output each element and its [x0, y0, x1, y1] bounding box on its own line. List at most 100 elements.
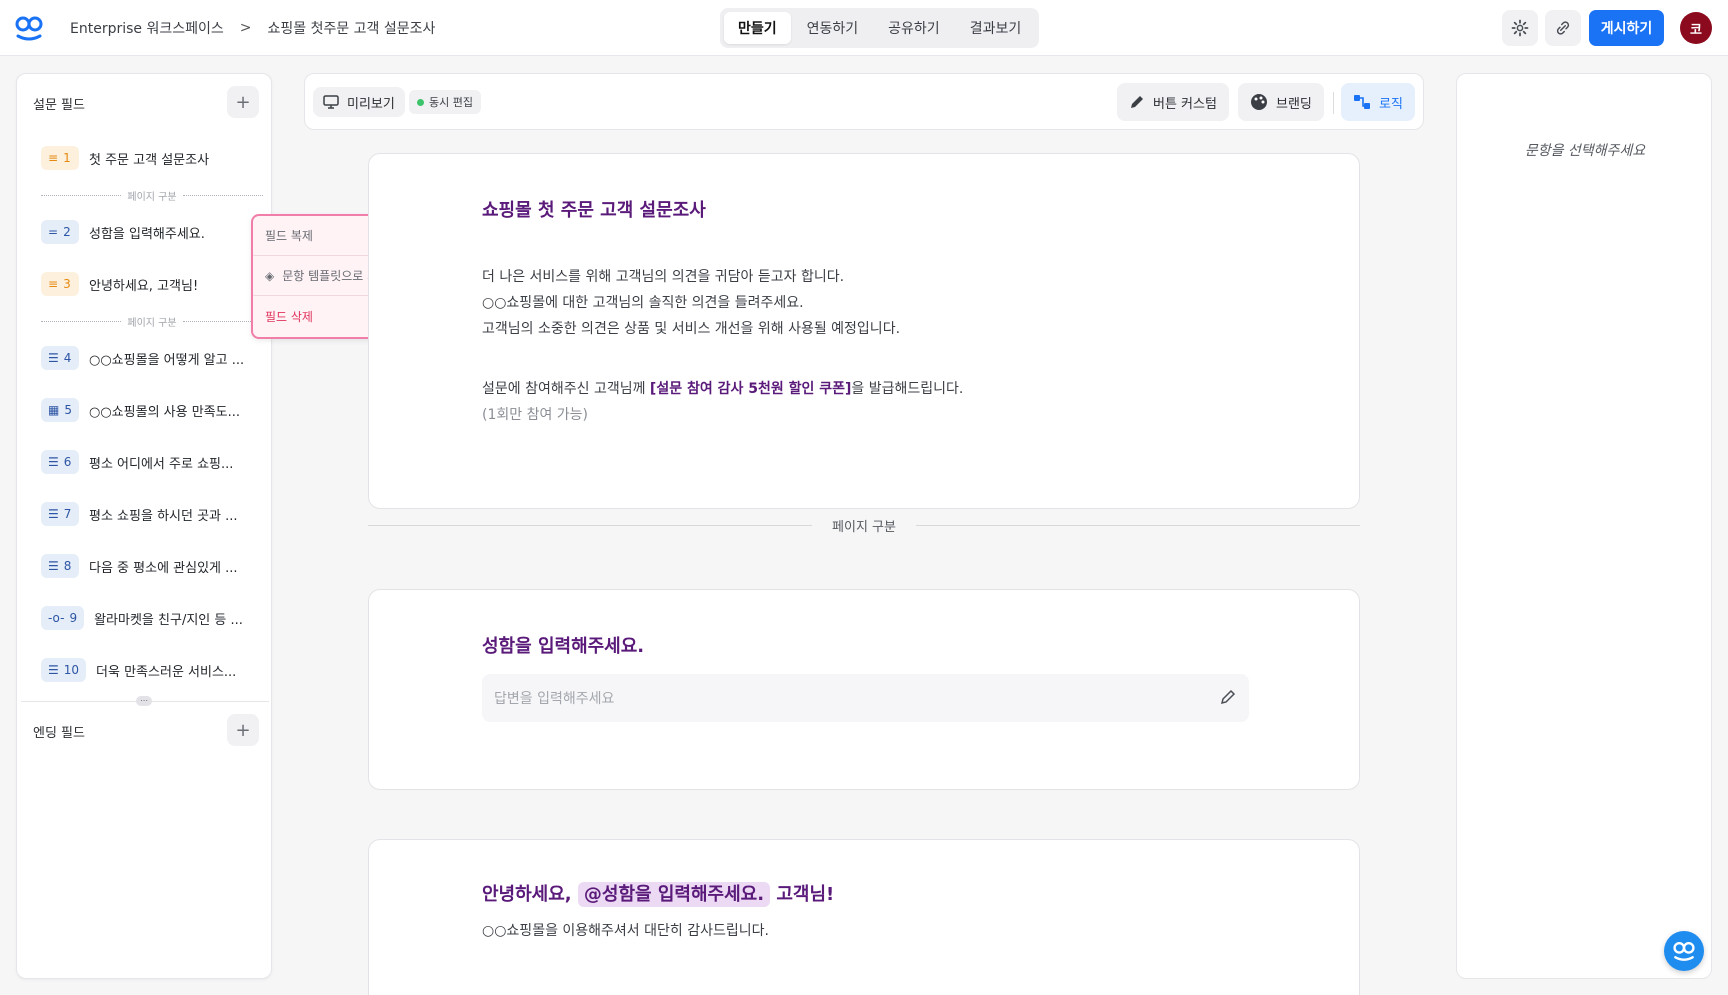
greeting-field-card[interactable]: 안녕하세요, @성함을 입력해주세요. 고객님! ○○쇼핑몰을 이용해주셔서 대… [368, 839, 1360, 995]
field-label: 왈라마켓을 친구/지인 등 ... [94, 612, 243, 628]
list-icon: ☰ [48, 351, 59, 365]
pencil-icon [1220, 689, 1236, 705]
intro-line: ○○쇼핑몰에 대한 고객님의 솔직한 의견을 들려주세요. [482, 295, 804, 311]
greeting-body: ○○쇼핑몰을 이용해주셔서 대단히 감사드립니다. [482, 923, 769, 939]
greeting-title: 안녕하세요, @성함을 입력해주세요. 고객님! [482, 882, 835, 907]
page-divider: 페이지 구분 [41, 188, 263, 203]
intro-description: 더 나은 서비스를 위해 고객님의 의견을 귀담아 듣고자 합니다. ○○쇼핑몰… [482, 264, 1302, 428]
field-label: 첫 주문 고객 설문조사 [89, 152, 210, 168]
intro-line: 고객님의 소중한 의견은 상품 및 서비스 개선을 위해 사용될 예정입니다. [482, 321, 901, 337]
survey-fields-title: 설문 필드 [33, 98, 85, 113]
field-label: ○○쇼핑몰을 어떻게 알고 ... [89, 352, 245, 368]
live-edit-status: 동시 편집 [409, 90, 481, 114]
field-badge: ☰ 7 [41, 502, 79, 526]
question-title: 성함을 입력해주세요. [482, 636, 645, 657]
ending-fields-title: 엔딩 필드 [33, 726, 85, 741]
app-logo-icon[interactable] [14, 14, 44, 42]
name-field-card[interactable]: 성함을 입력해주세요. 답변을 입력해주세요 [368, 589, 1360, 790]
field-item-7[interactable]: ☰ 7 평소 쇼핑을 하시던 곳과 ... [41, 500, 261, 528]
field-item-3[interactable]: ≡ 3 안녕하세요, 고객님! [41, 270, 261, 298]
chevron-right-icon: > [239, 20, 252, 36]
field-label: 안녕하세요, 고객님! [89, 278, 199, 294]
field-item-1[interactable]: ≡ 1 첫 주문 고객 설문조사 [41, 144, 261, 172]
monitor-icon [323, 95, 339, 109]
palette-icon [1251, 94, 1267, 110]
field-label: 평소 어디에서 주로 쇼핑... [89, 456, 234, 472]
mode-tabs: 만들기 연동하기 공유하기 결과보기 [720, 8, 1040, 48]
page-divider: 페이지 구분 [368, 520, 1360, 535]
add-field-button[interactable]: + [227, 86, 259, 118]
field-badge: = 2 [41, 220, 79, 244]
field-item-2[interactable]: = 2 성함을 입력해주세요. [41, 218, 261, 246]
tab-results[interactable]: 결과보기 [956, 12, 1036, 44]
logic-button[interactable]: 로직 [1341, 83, 1415, 121]
copy-link-button[interactable] [1545, 10, 1581, 46]
intro-title: 쇼핑몰 첫 주문 고객 설문조사 [482, 200, 706, 221]
text-lines-icon: ≡ [48, 277, 59, 291]
editor-toolbar: 미리보기 동시 편집 버튼 커스텀 브랜딩 로직 [304, 73, 1424, 130]
tab-share[interactable]: 공유하기 [874, 12, 954, 44]
field-item-8[interactable]: ☰ 8 다음 중 평소에 관심있게 ... [41, 552, 261, 580]
field-badge: -o- 9 [41, 606, 85, 630]
field-badge: ☰ 10 [41, 658, 87, 682]
field-badge: ≡ 3 [41, 272, 79, 296]
toolbar-separator [1333, 92, 1334, 114]
mention-chip[interactable]: @성함을 입력해주세요. [577, 882, 771, 907]
button-custom-button[interactable]: 버튼 커스텀 [1117, 83, 1229, 121]
field-badge: ▦ 5 [41, 398, 79, 422]
field-badge: ☰ 4 [41, 346, 79, 370]
list-icon: ☰ [48, 663, 59, 677]
empty-state-text: 문항을 선택해주세요 [1524, 143, 1646, 159]
publish-button[interactable]: 게시하기 [1589, 10, 1664, 46]
avatar[interactable]: 코 [1680, 12, 1712, 44]
field-label: 평소 쇼핑을 하시던 곳과 ... [89, 508, 238, 524]
gear-icon [1511, 19, 1529, 37]
app-logo-icon [1673, 941, 1695, 961]
plus-icon: + [235, 91, 251, 113]
link-icon [1556, 21, 1570, 35]
field-badge: ≡ 1 [41, 146, 79, 170]
intro-coupon-line: 설문에 참여해주신 고객님께 [설문 참여 감사 5천원 할인 쿠폰]을 발급해… [482, 381, 964, 397]
intro-line: (1회만 참여 가능) [482, 407, 589, 423]
field-item-5[interactable]: ▦ 5 ○○쇼핑몰의 사용 만족도... [41, 396, 261, 424]
list-icon: ☰ [48, 559, 59, 573]
branding-button[interactable]: 브랜딩 [1238, 83, 1324, 121]
short-text-icon: = [48, 225, 59, 239]
answer-input[interactable]: 답변을 입력해주세요 [482, 674, 1249, 722]
field-item-9[interactable]: -o- 9 왈라마켓을 친구/지인 등 ... [41, 604, 261, 632]
field-sidebar: 설문 필드 + ≡ 1 첫 주문 고객 설문조사 페이지 구분 = 2 성함을 입력… [16, 73, 272, 979]
list-icon: ☰ [48, 455, 59, 469]
settings-button[interactable] [1502, 10, 1538, 46]
field-label: 더욱 만족스러운 서비스... [96, 664, 237, 680]
list-icon: ☰ [48, 507, 59, 521]
intro-field-card[interactable]: 쇼핑몰 첫 주문 고객 설문조사 더 나은 서비스를 위해 고객님의 의견을 귀… [368, 153, 1360, 509]
status-dot [417, 98, 424, 106]
page-divider: 페이지 구분 [41, 314, 263, 329]
top-bar: Enterprise 워크스페이스 > 쇼핑몰 첫주문 고객 설문조사 만들기 … [0, 0, 1728, 56]
intro-line: 더 나은 서비스를 위해 고객님의 의견을 귀담아 듣고자 합니다. [482, 269, 845, 285]
breadcrumb-survey-title[interactable]: 쇼핑몰 첫주문 고객 설문조사 [267, 18, 435, 38]
properties-panel: 문항을 선택해주세요 [1456, 73, 1712, 979]
field-label: 다음 중 평소에 관심있게 ... [89, 560, 238, 576]
preview-button[interactable]: 미리보기 [313, 87, 405, 117]
help-chat-button[interactable] [1664, 931, 1704, 971]
field-item-6[interactable]: ☰ 6 평소 어디에서 주로 쇼핑... [41, 448, 261, 476]
layers-icon: ◈ [265, 268, 275, 283]
grid-icon: ▦ [48, 403, 60, 417]
field-badge: ☰ 8 [41, 554, 79, 578]
breadcrumb-workspace[interactable]: Enterprise 워크스페이스 [70, 18, 224, 38]
field-label: ○○쇼핑몰의 사용 만족도... [89, 404, 240, 420]
plus-icon: + [235, 719, 251, 741]
add-ending-field-button[interactable]: + [227, 714, 259, 746]
field-badge: ☰ 6 [41, 450, 79, 474]
pencil-icon [1131, 96, 1143, 108]
tab-integrate[interactable]: 연동하기 [793, 12, 873, 44]
resize-handle-icon[interactable]: ⋯ [136, 696, 152, 706]
field-item-4[interactable]: ☰ 4 ○○쇼핑몰을 어떻게 알고 ... [41, 344, 261, 372]
field-item-10[interactable]: ☰ 10 더욱 만족스러운 서비스... [41, 656, 261, 684]
tab-build[interactable]: 만들기 [724, 12, 791, 44]
breadcrumb: Enterprise 워크스페이스 > 쇼핑몰 첫주문 고객 설문조사 [70, 18, 435, 38]
slider-icon: -o- [48, 611, 65, 625]
logic-flow-icon [1354, 95, 1370, 109]
text-lines-icon: ≡ [48, 151, 59, 165]
